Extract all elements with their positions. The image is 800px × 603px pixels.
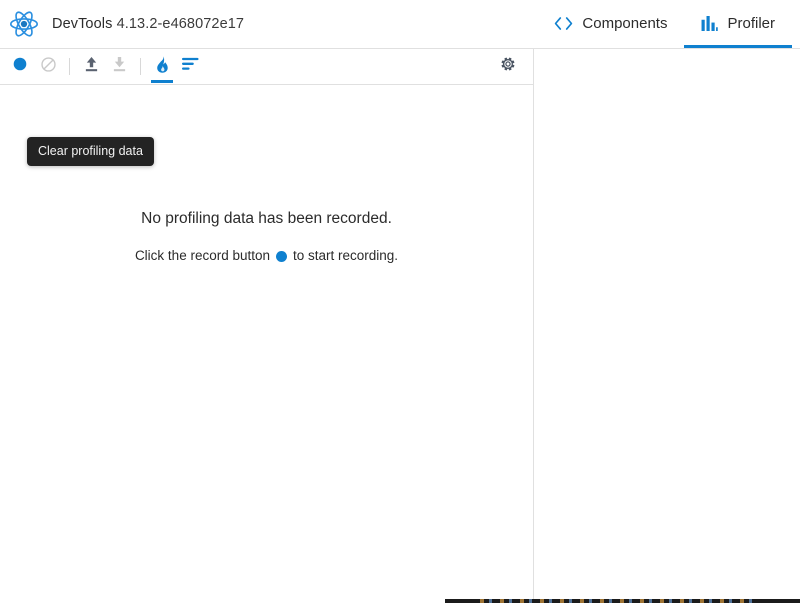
flame-icon (156, 55, 169, 78)
tab-components[interactable]: Components (537, 0, 684, 48)
save-button-indicator (108, 80, 130, 83)
bar-chart-icon (701, 16, 719, 31)
tooltip: Clear profiling data (27, 137, 154, 166)
empty-state-hint-before: Click the record button (134, 247, 271, 263)
flame-chart-indicator (151, 79, 173, 83)
ranked-chart-indicator (179, 80, 201, 83)
save-profile-button[interactable] (105, 52, 133, 82)
settings-button[interactable] (494, 52, 522, 82)
record-button[interactable] (6, 52, 34, 82)
devtools-header: DevTools 4.13.2-e468072e17 Components Pr… (0, 0, 800, 49)
load-button-indicator (80, 80, 102, 83)
tab-components-indicator (537, 45, 684, 48)
brand: DevTools 4.13.2-e468072e17 (0, 0, 244, 48)
record-button-indicator (9, 80, 31, 83)
clear-profiling-data-button[interactable] (34, 52, 62, 82)
no-entry-icon (40, 56, 56, 77)
empty-state-hint: Click the record button to start recordi… (135, 248, 398, 263)
toolbar-divider-2 (140, 58, 141, 75)
tab-profiler[interactable]: Profiler (684, 0, 792, 48)
ranked-chart-button[interactable] (176, 52, 204, 82)
page-title: DevTools 4.13.2-e468072e17 (52, 16, 244, 32)
tab-profiler-indicator (684, 45, 792, 48)
settings-button-indicator (497, 80, 519, 83)
tab-profiler-label: Profiler (727, 15, 775, 32)
flame-chart-button[interactable] (148, 52, 176, 83)
page-sliver-bottom-content (480, 599, 760, 603)
record-dot-icon (13, 57, 27, 76)
profiler-toolbar (0, 49, 533, 85)
tab-bar: Components Profiler (537, 0, 792, 48)
tab-components-label: Components (582, 15, 668, 32)
tooltip-text: Clear profiling data (38, 144, 143, 158)
record-dot-icon (276, 250, 288, 262)
react-atom-logo-icon (9, 9, 39, 39)
download-arrow-icon (112, 56, 127, 77)
upload-arrow-icon (84, 56, 99, 77)
toolbar-divider-1 (69, 58, 70, 75)
empty-state-hint-after: to start recording. (293, 247, 399, 263)
profiler-sidebar-panel (535, 49, 800, 603)
profiler-panel: No profiling data has been recorded. Cli… (0, 49, 534, 603)
app-name: DevTools (52, 16, 113, 32)
underlying-page-sliver-bottom (445, 599, 800, 603)
gear-icon (500, 56, 516, 77)
empty-state-title: No profiling data has been recorded. (141, 209, 392, 227)
ranked-bars-icon (181, 57, 199, 76)
app-version: 4.13.2-e468072e17 (116, 16, 245, 32)
code-brackets-icon (554, 16, 573, 31)
clear-button-indicator (37, 80, 59, 83)
devtools-window: DevTools 4.13.2-e468072e17 Components Pr… (0, 0, 800, 603)
load-profile-button[interactable] (77, 52, 105, 82)
